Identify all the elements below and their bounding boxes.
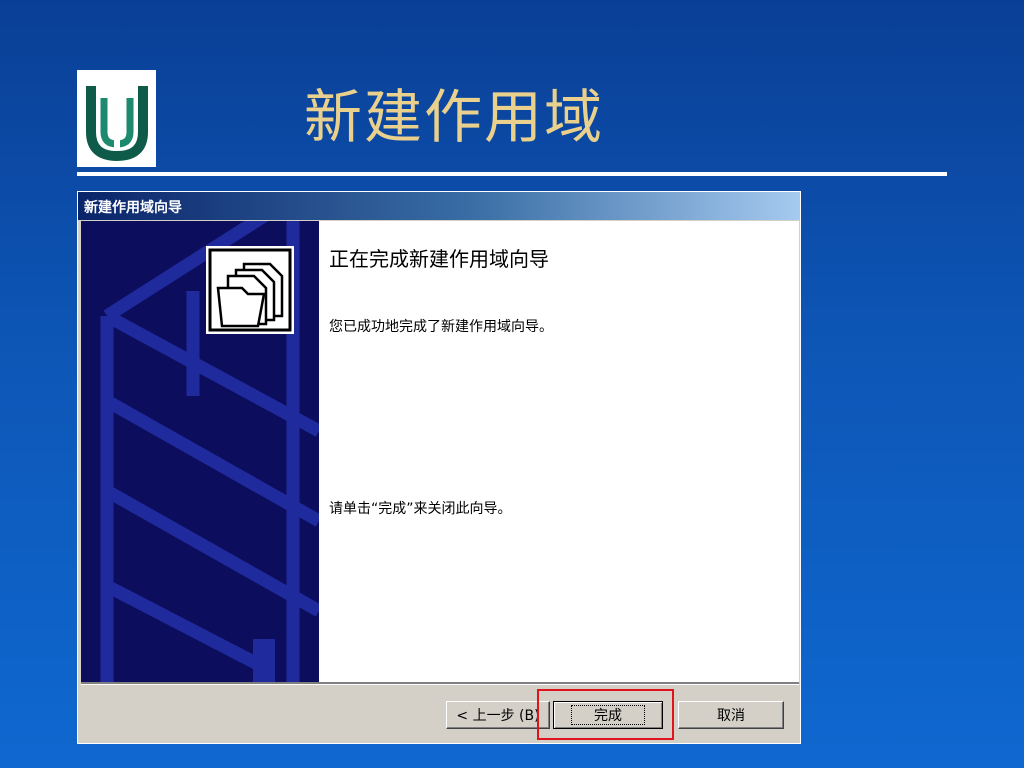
button-area-divider xyxy=(81,682,799,685)
company-logo xyxy=(77,70,156,167)
wizard-content-panel: 正在完成新建作用域向导 您已成功地完成了新建作用域向导。 请单击“完成”来关闭此… xyxy=(319,221,799,682)
new-scope-wizard-dialog: 新建作用域向导 正在完成新建作用域向导 您已成功地完成了新建作用域向导。 请单击… xyxy=(77,191,801,744)
slide-title: 新建作用域 xyxy=(304,83,605,151)
back-button[interactable]: < 上一步 (B) xyxy=(446,701,550,729)
finish-button-highlight xyxy=(537,689,674,740)
wizard-side-banner xyxy=(81,221,319,682)
completion-message: 您已成功地完成了新建作用域向导。 xyxy=(329,319,553,335)
wizard-heading: 正在完成新建作用域向导 xyxy=(329,247,549,271)
title-divider xyxy=(77,172,947,176)
finish-instruction: 请单击“完成”来关闭此向导。 xyxy=(329,501,512,517)
folders-icon xyxy=(208,248,292,332)
company-logo-icon xyxy=(86,80,148,162)
wizard-icon-frame xyxy=(206,246,294,334)
cancel-button[interactable]: 取消 xyxy=(678,701,784,729)
dialog-title: 新建作用域向导 xyxy=(84,200,182,216)
dialog-titlebar[interactable]: 新建作用域向导 xyxy=(78,192,800,220)
